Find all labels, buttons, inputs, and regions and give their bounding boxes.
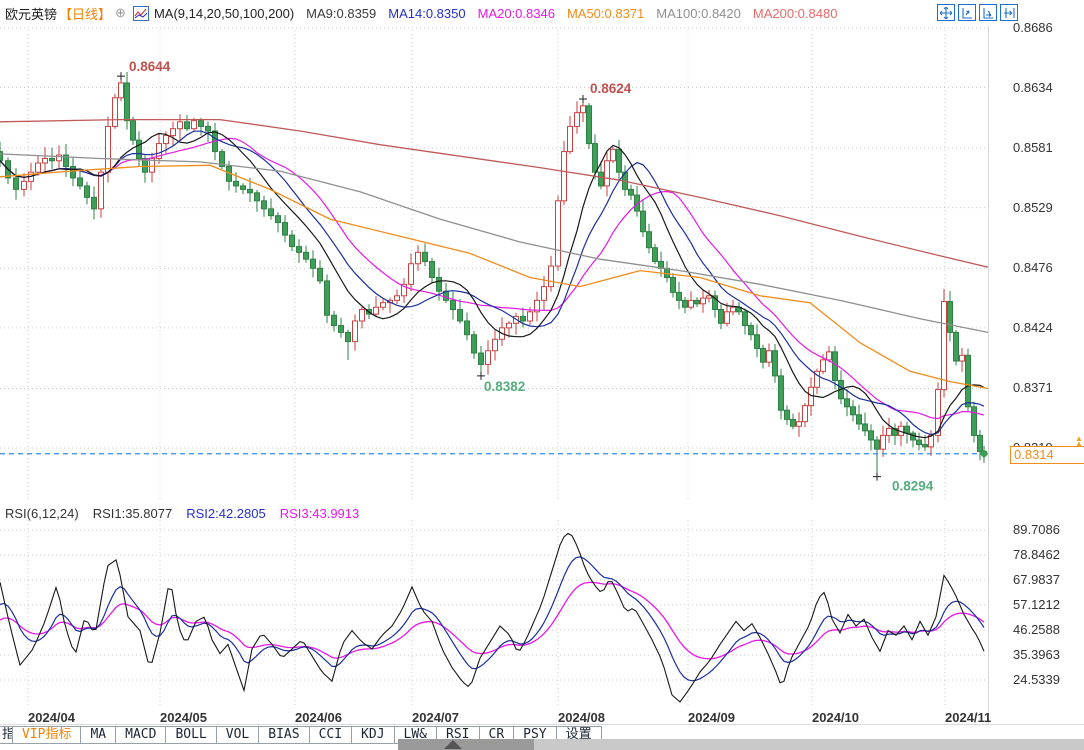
horizontal-scrollbar[interactable] (398, 739, 1084, 750)
svg-text:0.8624: 0.8624 (590, 81, 632, 96)
svg-text:0.8382: 0.8382 (484, 379, 525, 394)
indicator-tab-BIAS[interactable]: BIAS (258, 726, 309, 744)
indicator-tab-VOL[interactable]: VOL (216, 726, 259, 744)
indicator-tab-KDJ[interactable]: KDJ (351, 726, 394, 744)
svg-text:0.8644: 0.8644 (129, 59, 171, 74)
current-price-label: 0.8314 (1010, 446, 1084, 464)
rsi-tick-label: 35.3963 (1013, 647, 1060, 662)
rsi-header: RSI(6,12,24) RSI1:35.8077 RSI2:42.2805 RSI3… (5, 506, 387, 521)
rsi-value: RSI2:42.2805 (186, 506, 266, 521)
price-tick-label: 0.8686 (1013, 20, 1053, 35)
price-tick-label: 0.8529 (1013, 200, 1053, 215)
rsi-value: RSI1:35.8077 (93, 506, 173, 521)
month-label: 2024/09 (688, 710, 735, 725)
month-label: 2024/10 (812, 710, 859, 725)
price-tick-label: 0.8476 (1013, 260, 1053, 275)
month-label: 2024/08 (558, 710, 605, 725)
y-axis[interactable]: 0.86860.86340.85810.85290.84760.84240.83… (988, 26, 1084, 724)
main-chart-area[interactable]: 0.8644 0.8624 0.8382 0.8294 (0, 0, 988, 750)
indicator-tab-VIP指标[interactable]: VIP指标 (12, 726, 81, 744)
rsi-tick-label: 89.7086 (1013, 522, 1060, 537)
rsi-value: RSI(6,12,24) (5, 506, 79, 521)
rsi-tick-label: 67.9837 (1013, 572, 1060, 587)
indicator-tab-BOLL[interactable]: BOLL (165, 726, 216, 744)
indicator-tab-MACD[interactable]: MACD (115, 726, 166, 744)
rsi-tick-label: 57.1212 (1013, 597, 1060, 612)
candles (0, 72, 987, 477)
rsi-tick-label: 46.2588 (1013, 622, 1060, 637)
scrollbar-thumb[interactable] (398, 739, 534, 750)
svg-text:0.8294: 0.8294 (892, 479, 934, 494)
price-tick-label: 0.8371 (1013, 380, 1053, 395)
rsi-tick-label: 24.5339 (1013, 672, 1060, 687)
go-to-latest-button[interactable] (1000, 4, 1018, 21)
rsi3-line (0, 582, 984, 659)
chart-canvas[interactable]: 0.8644 0.8624 0.8382 0.8294 (0, 0, 988, 750)
indicator-tab-MA[interactable]: MA (80, 726, 116, 744)
month-label: 2024/05 (160, 710, 207, 725)
rsi-tick-label: 78.8462 (1013, 547, 1060, 562)
scrollbar-arrow-icon[interactable] (444, 740, 462, 749)
rsi-value: RSI3:43.9913 (280, 506, 360, 521)
price-tick-label: 0.8424 (1013, 320, 1053, 335)
month-label: 2024/06 (295, 710, 342, 725)
axis-separator (0, 724, 1084, 725)
price-tick-label: 0.8634 (1013, 80, 1053, 95)
indicator-tab-CCI[interactable]: CCI (309, 726, 352, 744)
month-label: 2024/11 (945, 710, 991, 725)
arrow-right-bar-icon (1003, 7, 1015, 19)
latest-price-arrow-icon[interactable]: ▲▲ (1073, 436, 1084, 446)
trading-chart-app: 欧元英镑 【日线】 ⊕ MA(9,14,20,50,100,200) MA9:0… (0, 0, 1084, 750)
price-tick-label: 0.8581 (1013, 140, 1053, 155)
month-label: 2024/04 (28, 710, 75, 725)
month-label: 2024/07 (412, 710, 459, 725)
